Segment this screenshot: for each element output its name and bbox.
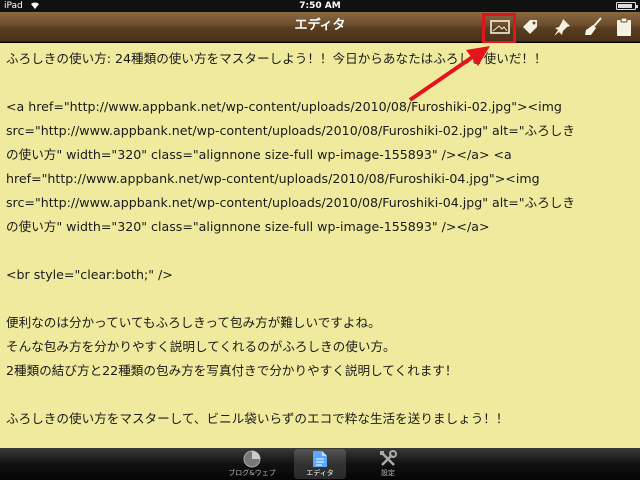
tab-editor[interactable]: エディタ [294, 449, 346, 479]
page-title: エディタ [294, 18, 346, 33]
clipboard-button[interactable] [611, 15, 637, 39]
status-bar: iPad 7:50 AM [0, 0, 640, 12]
broom-button[interactable] [580, 15, 606, 39]
pin-icon [554, 19, 570, 36]
pin-button[interactable] [549, 15, 575, 39]
editor-line: href="http://www.appbank.net/wp-content/… [6, 171, 540, 186]
editor-line: 2種類の結び方と22種類の包み方を写真付きで分かりやすく説明してくれます！ [6, 363, 458, 378]
tab-settings[interactable]: 設定 [362, 449, 414, 479]
editor-line: ふろしきの使い方: 24種類の使い方をマスターしよう！！今日からあなたはふろしき… [6, 51, 547, 66]
battery-icon [616, 2, 638, 10]
battery-level [618, 4, 633, 8]
tab-bar: ブログ&ウェブ エディタ 設定 [0, 448, 640, 480]
editor-line: src="http://www.appbank.net/wp-content/u… [6, 123, 575, 138]
status-time: 7:50 AM [299, 1, 341, 11]
editor-line: そんな包み方を分かりやすく説明してくれるのがふろしきの使い方。 [6, 339, 396, 354]
tab-blog-web[interactable]: ブログ&ウェブ [226, 449, 278, 479]
editor-line: src="http://www.appbank.net/wp-content/u… [6, 195, 575, 210]
editor-line: <br style="clear:both;" /> [6, 267, 173, 282]
editor-text-area[interactable]: ふろしきの使い方: 24種類の使い方をマスターしよう！！今日からあなたはふろしき… [0, 43, 640, 448]
editor-line: 便利なのは分かっていてもふろしきって包み方が難しいですよね。 [6, 315, 381, 330]
tag-button[interactable] [517, 15, 543, 39]
blog-web-icon [243, 450, 261, 468]
tab-label: 設定 [381, 469, 395, 477]
insert-image-button[interactable] [487, 15, 513, 39]
editor-line: の使い方" width="320" class="alignnone size-… [6, 219, 490, 234]
settings-icon [380, 450, 397, 466]
tab-label: エディタ [306, 469, 334, 477]
image-icon [490, 20, 510, 34]
nav-bar: エディタ [0, 12, 640, 42]
broom-icon [585, 17, 602, 35]
clipboard-icon [617, 17, 631, 36]
tab-label: ブログ&ウェブ [228, 469, 276, 477]
editor-line: の使い方" width="320" class="alignnone size-… [6, 147, 512, 162]
tag-icon [523, 20, 537, 34]
editor-line: <a href="http://www.appbank.net/wp-conte… [6, 99, 562, 114]
editor-line: ふろしきの使い方をマスターして、ビニル袋いらずのエコで粋な生活を送りましょう！！ [6, 411, 509, 426]
editor-icon [313, 451, 327, 467]
